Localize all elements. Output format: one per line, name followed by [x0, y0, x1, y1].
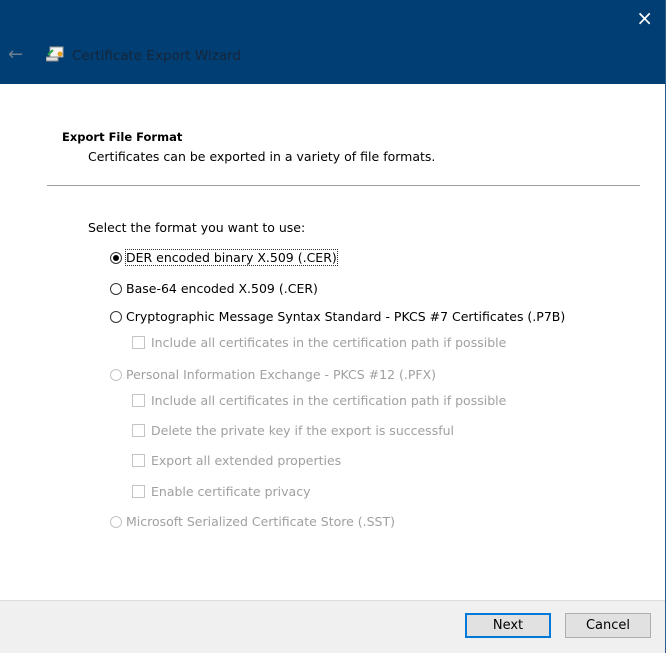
back-arrow-icon[interactable]: ←	[8, 44, 23, 65]
checkbox-p7b-include-path[interactable]: Include all certificates in the certific…	[132, 335, 506, 350]
next-button[interactable]: Next	[465, 613, 551, 638]
checkbox[interactable]	[132, 454, 145, 467]
cancel-button[interactable]: Cancel	[565, 613, 651, 638]
header-divider	[47, 185, 640, 186]
radio-button[interactable]	[110, 282, 122, 295]
checkbox[interactable]	[132, 336, 145, 349]
window-title: Certificate Export Wizard	[72, 48, 241, 64]
radio-button[interactable]	[110, 368, 122, 381]
checkbox-pfx-include-path[interactable]: Include all certificates in the certific…	[132, 393, 506, 408]
checkbox[interactable]	[132, 394, 145, 407]
format-prompt: Select the format you want to use:	[88, 220, 306, 235]
title-bar: × ← Certificate Export Wizard	[0, 0, 665, 84]
wizard-window: × ← Certificate Export Wizard Export Fil…	[0, 0, 666, 653]
checkbox[interactable]	[132, 485, 145, 498]
radio-button[interactable]	[110, 310, 122, 323]
checkbox-certificate-privacy[interactable]: Enable certificate privacy	[132, 484, 310, 499]
checkbox-delete-private-key[interactable]: Delete the private key if the export is …	[132, 423, 454, 438]
radio-pkcs7[interactable]: Cryptographic Message Syntax Standard - …	[110, 309, 565, 324]
close-icon[interactable]: ×	[636, 6, 653, 30]
page-heading: Export File Format	[62, 130, 183, 144]
page-subheading: Certificates can be exported in a variet…	[88, 149, 436, 164]
radio-der[interactable]: DER encoded binary X.509 (.CER)	[110, 249, 338, 266]
certificate-wizard-icon	[46, 46, 64, 62]
checkbox-export-extended[interactable]: Export all extended properties	[132, 453, 341, 468]
radio-pfx[interactable]: Personal Information Exchange - PKCS #12…	[110, 367, 436, 382]
radio-button[interactable]	[110, 515, 122, 528]
radio-sst[interactable]: Microsoft Serialized Certificate Store (…	[110, 514, 395, 529]
checkbox[interactable]	[132, 424, 145, 437]
radio-base64[interactable]: Base-64 encoded X.509 (.CER)	[110, 281, 318, 296]
radio-button[interactable]	[110, 251, 122, 264]
